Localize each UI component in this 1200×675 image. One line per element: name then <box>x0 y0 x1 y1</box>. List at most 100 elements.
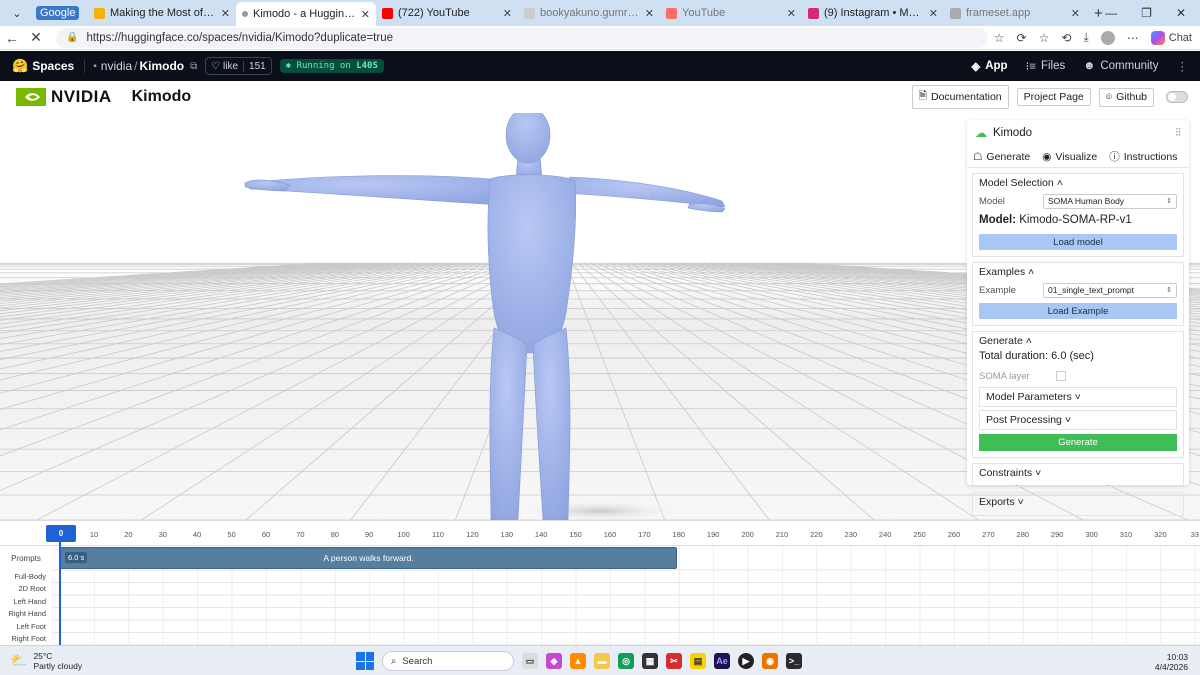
star-icon[interactable]: ☆ <box>994 31 1005 45</box>
model-selection-header[interactable]: Model Selection ˄ <box>979 177 1177 189</box>
generate-header[interactable]: Generate ˄ <box>979 335 1177 347</box>
windows-start-icon[interactable] <box>356 652 374 670</box>
close-tab-icon[interactable]: ✕ <box>361 8 370 21</box>
tab-colab[interactable]: Making the Most of your Colab ✕ <box>88 2 236 24</box>
instagram-icon <box>808 7 819 19</box>
example-select[interactable]: 01_single_text_prompt ⇕ <box>1043 282 1177 298</box>
copilot-app-icon[interactable]: ◆ <box>546 653 562 669</box>
generate-button[interactable]: Generate <box>979 434 1177 451</box>
tab-actions-chevron-icon[interactable]: ⌄ <box>4 2 30 24</box>
tab-generate[interactable]: ☖ Generate <box>973 151 1030 163</box>
chat-button[interactable]: Chat <box>1150 30 1192 45</box>
file-explorer-icon[interactable]: ▬ <box>594 653 610 669</box>
store-icon[interactable]: ▦ <box>642 653 658 669</box>
kebab-menu-icon[interactable]: ⋮ <box>1177 59 1189 73</box>
extension-icon[interactable]: ⟳ <box>1017 31 1027 45</box>
settings-sliders-icon[interactable]: ⫶⫶ <box>1176 127 1182 140</box>
loading-x-icon[interactable]: ✕ <box>24 29 48 46</box>
ruler-tick-label: 300 <box>1085 530 1098 539</box>
documentation-button[interactable]: 🗎 Documentation <box>911 85 1009 109</box>
tab-frameset[interactable]: frameset.app ✕ <box>944 2 1086 24</box>
close-tab-icon[interactable]: ✕ <box>221 7 230 20</box>
nav-community[interactable]: ☻ Community <box>1083 60 1158 72</box>
model-select[interactable]: SOMA Human Body ⇕ <box>1043 193 1177 209</box>
nav-files[interactable]: ⁝≡ Files <box>1026 59 1066 73</box>
like-button[interactable]: ♡ like 151 <box>205 57 272 75</box>
model-selection-section: Model Selection ˄ Model SOMA Human Body … <box>972 173 1184 257</box>
tab-kimodo[interactable]: Kimodo - a Hugging Face Space ✕ <box>236 2 376 26</box>
task-view-icon[interactable]: ▭ <box>522 653 538 669</box>
owner-link[interactable]: nvidia <box>101 59 132 73</box>
constraints-section[interactable]: Constraints ˅ <box>972 463 1184 487</box>
copy-icon[interactable]: ⧉ <box>190 61 197 72</box>
prompt-text: A person walks forward. <box>323 553 414 563</box>
running-badge: ✱ Running on L40S <box>279 59 384 73</box>
load-model-button[interactable]: Load model <box>979 234 1177 250</box>
close-tab-icon[interactable]: ✕ <box>1071 7 1080 20</box>
soma-layer-checkbox[interactable] <box>1055 371 1066 381</box>
project-page-button[interactable]: Project Page <box>1016 88 1091 106</box>
profile-avatar[interactable] <box>1100 30 1115 45</box>
theme-toggle[interactable] <box>1166 91 1188 103</box>
repo-link[interactable]: Kimodo <box>139 59 184 73</box>
prompt-segment[interactable]: 6.0 s A person walks forward. <box>60 547 677 569</box>
favorites-icon[interactable]: ☆ <box>1039 31 1050 45</box>
close-tab-icon[interactable]: ✕ <box>929 7 938 20</box>
snipping-tool-icon[interactable]: ✂ <box>666 653 682 669</box>
windows-taskbar: ⛅ 25°C Partly cloudy ⌕ Search ▭ ◆ ▲ ▬ ◎ … <box>0 645 1200 675</box>
tab-instructions[interactable]: ⓘ Instructions <box>1109 149 1177 164</box>
exports-section[interactable]: Exports ˅ <box>972 492 1184 516</box>
github-button[interactable]: ⌾ Github <box>1098 87 1154 107</box>
taskbar-search[interactable]: ⌕ Search <box>382 651 514 671</box>
post-processing-section[interactable]: Post Processing ˅ <box>979 410 1177 430</box>
model-selection-title: Model Selection <box>979 177 1054 189</box>
running-hardware: L40S <box>356 61 378 71</box>
weather-widget[interactable]: ⛅ 25°C Partly cloudy <box>0 651 200 671</box>
vlc-icon[interactable]: ▲ <box>570 653 586 669</box>
download-icon[interactable]: ⤓ <box>1083 30 1088 45</box>
restore-icon[interactable]: ❐ <box>1141 6 1152 20</box>
sticky-notes-icon[interactable]: ▤ <box>690 653 706 669</box>
hugging-face-logo-icon[interactable]: 🤗 <box>12 58 28 74</box>
tab-youtube[interactable]: YouTube ✕ <box>660 2 802 24</box>
post-processing-title: Post Processing <box>986 414 1062 426</box>
close-tab-icon[interactable]: ✕ <box>787 7 796 20</box>
back-arrow-icon[interactable]: ← <box>0 30 24 46</box>
spaces-link[interactable]: Spaces <box>32 59 74 73</box>
system-clock[interactable]: 10:03 4/4/2026 <box>1155 652 1188 672</box>
tab-google[interactable]: Google <box>30 2 88 24</box>
media-player-icon[interactable]: ▶ <box>738 653 754 669</box>
new-tab-plus-icon[interactable]: + <box>1094 5 1103 22</box>
load-example-button[interactable]: Load Example <box>979 303 1177 319</box>
terminal-icon[interactable]: >_ <box>786 653 802 669</box>
playhead-frame[interactable]: 0 <box>46 525 76 542</box>
timeline-ruler[interactable]: 10 20 30 40 50 60 70 80 90 100 110 120 130 140 150 160 1… <box>0 520 1200 545</box>
track-label-left-foot: Left Foot <box>16 621 46 631</box>
examples-section: Examples ˄ Example 01_single_text_prompt… <box>972 262 1184 326</box>
tab-instagram[interactable]: (9) Instagram • Messages ✕ <box>802 2 944 24</box>
after-effects-icon[interactable]: Ae <box>714 653 730 669</box>
ruler-tick-label: 50 <box>227 530 236 539</box>
playhead-line[interactable] <box>59 542 61 645</box>
nav-app[interactable]: ◈ App <box>971 59 1007 73</box>
minimize-icon[interactable]: — <box>1105 6 1117 20</box>
close-window-icon[interactable]: ✕ <box>1176 6 1186 20</box>
tab-gumroad[interactable]: bookyakuno.gumroad.com ✕ <box>518 2 660 24</box>
tab-visualize-label: Visualize <box>1055 150 1098 163</box>
header-buttons: 🗎 Documentation Project Page ⌾ Github <box>911 85 1200 109</box>
tab-visualize[interactable]: ◉ Visualize <box>1042 151 1097 163</box>
model-parameters-section[interactable]: Model Parameters ˅ <box>979 387 1177 407</box>
ruler-tick-label: 310 <box>1119 530 1133 539</box>
blender-icon[interactable]: ◉ <box>762 653 778 669</box>
tab-generate-label: Generate <box>986 150 1031 163</box>
history-icon[interactable]: ⟲ <box>1061 31 1071 45</box>
close-tab-icon[interactable]: ✕ <box>645 7 654 20</box>
tab-youtube-722[interactable]: (722) YouTube ✕ <box>376 2 518 24</box>
model-name: Model: Kimodo-SOMA-RP-v1 <box>979 214 1177 226</box>
examples-header[interactable]: Examples ˄ <box>979 266 1177 278</box>
close-tab-icon[interactable]: ✕ <box>503 7 512 20</box>
edge-icon[interactable]: ◎ <box>618 653 634 669</box>
model-select-value: SOMA Human Body <box>1048 196 1125 206</box>
url-field[interactable]: 🔒 https://huggingface.co/spaces/nvidia/K… <box>56 27 988 48</box>
more-icon[interactable]: ⋯ <box>1127 31 1139 45</box>
